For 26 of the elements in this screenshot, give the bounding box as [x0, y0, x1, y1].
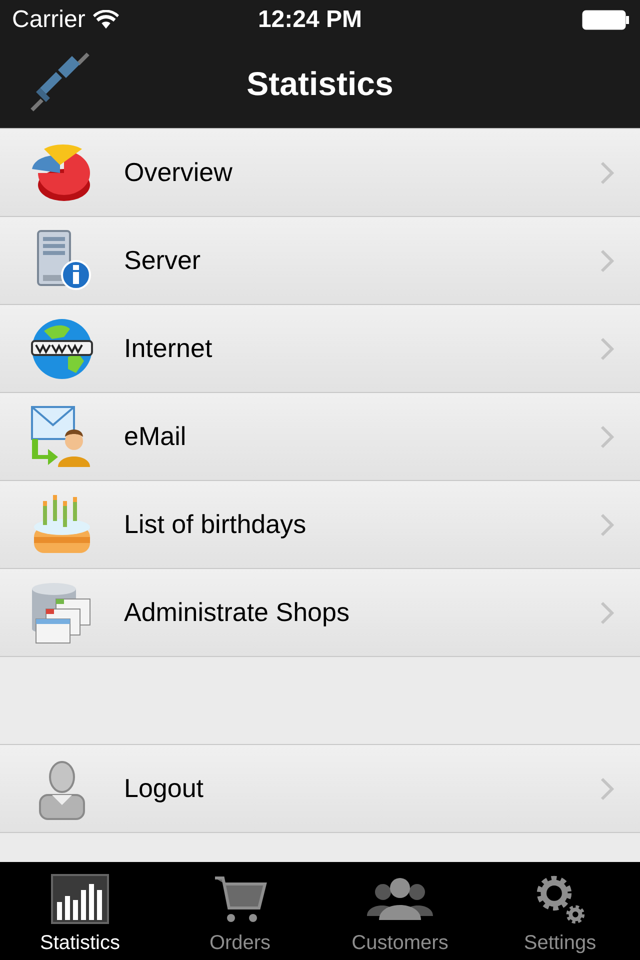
chevron-icon	[600, 424, 614, 448]
tab-button[interactable]: Settings	[480, 862, 640, 960]
clock-time: 12:24 PM	[258, 5, 362, 35]
battery-icon	[582, 10, 630, 30]
chevron-icon	[600, 160, 614, 184]
menu-item[interactable]: Overview	[0, 129, 640, 217]
menu-item[interactable]: eMail	[0, 393, 640, 481]
chevron-icon	[600, 600, 614, 624]
plug-icon[interactable]	[30, 52, 90, 112]
menu-item[interactable]: Server	[0, 217, 640, 305]
chevron-icon	[600, 776, 614, 800]
globe-icon	[30, 316, 94, 380]
chevron-icon	[600, 336, 614, 360]
wifi-icon	[93, 10, 120, 30]
menu-item[interactable]: Internet	[0, 305, 640, 393]
chevron-icon	[600, 248, 614, 272]
tab-button[interactable]: Orders	[160, 862, 320, 960]
bar-chart-icon	[51, 872, 109, 926]
chevron-icon	[600, 512, 614, 536]
tab-button[interactable]: Statistics	[0, 862, 160, 960]
tab-button[interactable]: Customers	[320, 862, 480, 960]
page-title: Statistics	[246, 64, 394, 104]
menu-item[interactable]: List of birthdays	[0, 481, 640, 569]
carrier-name: Carrier	[12, 5, 86, 35]
menu-item[interactable]: Logout	[0, 745, 640, 833]
menu-item[interactable]: Administrate Shops	[0, 569, 640, 657]
